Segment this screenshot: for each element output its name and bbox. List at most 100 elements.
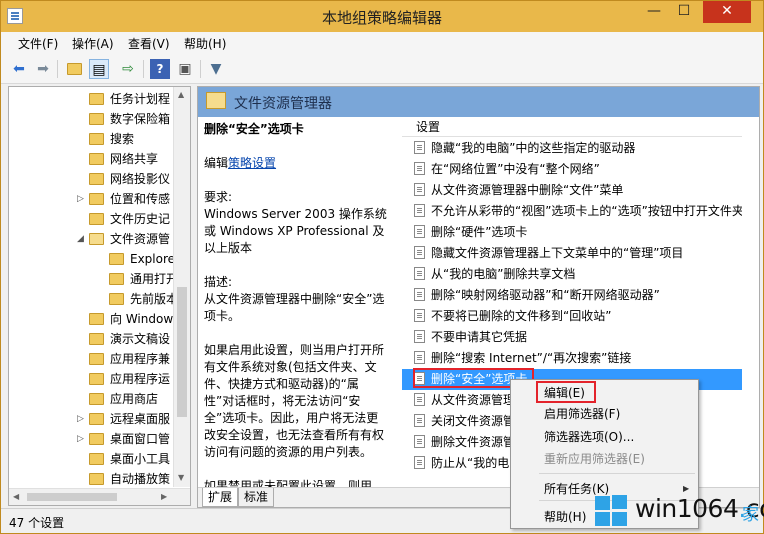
maximize-button[interactable]: ☐ xyxy=(669,1,699,23)
tree-item-label: 搜索 xyxy=(110,132,135,146)
menu-file[interactable]: 文件(F) xyxy=(18,35,58,52)
folder-icon xyxy=(109,253,124,265)
folder-icon xyxy=(89,393,104,405)
setting-row[interactable]: 删除“映射网络驱动器”和“断开网络驱动器” xyxy=(402,285,742,306)
setting-label: 删除“硬件”选项卡 xyxy=(431,225,528,239)
menu-action[interactable]: 操作(A) xyxy=(72,35,114,52)
requirements-label: 要求: xyxy=(204,190,233,204)
tree-item[interactable]: Explore xyxy=(109,249,175,269)
tree-item[interactable]: ▷ 位置和传感 xyxy=(77,189,170,209)
tree-item[interactable]: 网络共享 xyxy=(89,149,158,169)
tree-item[interactable]: 演示文稿设 xyxy=(89,329,170,349)
policy-setting-icon xyxy=(414,435,425,448)
setting-label: 不要申请其它凭据 xyxy=(431,330,528,344)
watermark-suffix: 家 xyxy=(742,505,759,525)
setting-label: 隐藏“我的电脑”中的这些指定的驱动器 xyxy=(431,141,636,155)
collapsed-triangle-icon[interactable]: ▷ xyxy=(77,189,84,209)
tree-item[interactable]: 向 Window xyxy=(89,309,173,329)
tree-item-label: 应用程序兼 xyxy=(110,352,171,366)
menu-view[interactable]: 查看(V) xyxy=(128,35,170,52)
tree-item[interactable]: 自动播放策 xyxy=(89,469,170,489)
description-text: 从文件资源管理器中删除“安全”选项卡。 xyxy=(204,292,385,323)
setting-row[interactable]: 在“网络位置”中没有“整个网络” xyxy=(402,159,742,180)
minimize-button[interactable]: — xyxy=(639,1,669,23)
filter-icon[interactable]: ▼ xyxy=(206,59,226,79)
tab-standard[interactable]: 标准 xyxy=(238,488,275,507)
highlight-edit-item xyxy=(536,381,596,403)
tree-item-label: 通用打开 xyxy=(130,272,179,286)
setting-label: 关闭文件资源管 xyxy=(431,414,516,428)
status-text: 47 个设置 xyxy=(9,516,65,530)
title-bar[interactable]: 本地组策略编辑器 — ☐ ✕ xyxy=(1,1,763,32)
tree-item-label: 网络投影仪 xyxy=(110,172,171,186)
column-header-setting[interactable]: 设置 xyxy=(402,117,742,137)
tree-item[interactable]: 桌面小工具 xyxy=(89,449,170,469)
close-button[interactable]: ✕ xyxy=(703,1,751,23)
help-icon[interactable]: ? xyxy=(150,59,170,79)
tree-item[interactable]: 网络投影仪 xyxy=(89,169,170,189)
tree-item[interactable]: 搜索 xyxy=(89,129,134,149)
setting-row[interactable]: 隐藏文件资源管理器上下文菜单中的“管理”项目 xyxy=(402,243,742,264)
collapsed-triangle-icon[interactable]: ▷ xyxy=(77,429,84,449)
tree-item[interactable]: ◢ 文件资源管 xyxy=(77,229,170,249)
tree-item[interactable]: 文件历史记 xyxy=(89,209,170,229)
tree-item[interactable]: 先前版本 xyxy=(109,289,178,309)
tree-item-label: 远程桌面服 xyxy=(110,412,171,426)
tree-item-label: 文件历史记 xyxy=(110,212,171,226)
folder-icon xyxy=(89,453,104,465)
expanded-triangle-icon[interactable]: ◢ xyxy=(77,229,84,249)
folder-icon xyxy=(89,213,104,225)
folder-icon xyxy=(89,113,104,125)
collapsed-triangle-icon[interactable]: ▷ xyxy=(77,409,84,429)
tree-item[interactable]: 应用程序兼 xyxy=(89,349,170,369)
setting-label: 从“我的电脑”删除共享文档 xyxy=(431,267,576,281)
tree-item[interactable]: 数字保险箱 xyxy=(89,109,170,129)
show-hide-tree-icon[interactable]: ▤ xyxy=(89,59,109,79)
setting-row[interactable]: 隐藏“我的电脑”中的这些指定的驱动器 xyxy=(402,138,742,159)
tree-item[interactable]: 任务计划程 xyxy=(89,89,170,109)
folder-icon xyxy=(89,433,104,445)
forward-arrow-icon[interactable]: ➡ xyxy=(33,59,53,79)
policy-setting-icon xyxy=(414,456,425,469)
up-folder-icon[interactable] xyxy=(64,59,84,79)
menu-help[interactable]: 帮助(H) xyxy=(184,35,226,52)
policy-setting-icon xyxy=(414,309,425,322)
folder-icon xyxy=(89,153,104,165)
tree-item[interactable]: 应用商店 xyxy=(89,389,158,409)
pane-header: 文件资源管理器 xyxy=(198,87,759,117)
context-menu-item: 重新应用筛选器(E) xyxy=(544,452,645,466)
setting-label: 在“网络位置”中没有“整个网络” xyxy=(431,162,600,176)
policy-setting-icon xyxy=(414,351,425,364)
back-arrow-icon[interactable]: ⬅ xyxy=(9,59,29,79)
setting-row[interactable]: 从“我的电脑”删除共享文档 xyxy=(402,264,742,285)
context-menu-item[interactable]: 帮助(H) xyxy=(544,508,586,526)
tree-item[interactable]: 应用程序运 xyxy=(89,369,170,389)
tree-item-label: 先前版本 xyxy=(130,292,179,306)
export-list-icon[interactable]: ⇨ xyxy=(118,59,138,79)
setting-label: 隐藏文件资源管理器上下文菜单中的“管理”项目 xyxy=(431,246,684,260)
description-body: 如果启用此设置，则当用户打开所有文件系统对象(包括文件夹、文件、快捷方式和驱动器… xyxy=(204,343,385,459)
folder-icon xyxy=(206,92,226,109)
setting-row[interactable]: 不要申请其它凭据 xyxy=(402,327,742,348)
context-menu-item[interactable]: 启用筛选器(F) xyxy=(544,405,620,423)
tree-item-label: 桌面小工具 xyxy=(110,452,171,466)
tab-extended[interactable]: 扩展 xyxy=(202,488,239,507)
windows-logo-icon xyxy=(595,495,631,527)
app-window: 本地组策略编辑器 — ☐ ✕ 文件(F) 操作(A) 查看(V) 帮助(H) ⬅… xyxy=(0,0,764,534)
setting-row[interactable]: 不要将已删除的文件移到“回收站” xyxy=(402,306,742,327)
setting-row[interactable]: 删除“搜索 Internet”/“再次搜索”链接 xyxy=(402,348,742,369)
tree-vertical-scrollbar[interactable]: ▲ ▼ xyxy=(173,87,190,487)
tree-item[interactable]: ▷ 桌面窗口管 xyxy=(77,429,170,449)
folder-icon xyxy=(89,133,104,145)
setting-row[interactable]: 不允许从彩带的“视图”选项卡上的“选项”按钮中打开文件夹 xyxy=(402,201,742,222)
edit-policy-link[interactable]: 策略设置 xyxy=(228,156,276,170)
properties-icon[interactable]: ▣ xyxy=(175,59,195,79)
tree-item[interactable]: 通用打开 xyxy=(109,269,178,289)
tree-item[interactable]: ▷ 远程桌面服 xyxy=(77,409,171,429)
toolbar: ⬅ ➡ ▤ ⇨ ? ▣ ▼ xyxy=(1,54,763,84)
tree-pane[interactable]: 自动播放策 桌面小工具 ▷ 桌面窗口管 ▷ 远程桌面服 应用商店 应用程序运 应用程序兼 演示文稿… xyxy=(8,86,191,506)
setting-row[interactable]: 删除“硬件”选项卡 xyxy=(402,222,742,243)
context-menu-item[interactable]: 筛选器选项(O)... xyxy=(544,428,634,446)
tree-horizontal-scrollbar[interactable]: ◀ ▶ xyxy=(9,488,190,505)
setting-row[interactable]: 从文件资源管理器中删除“文件”菜单 xyxy=(402,180,742,201)
